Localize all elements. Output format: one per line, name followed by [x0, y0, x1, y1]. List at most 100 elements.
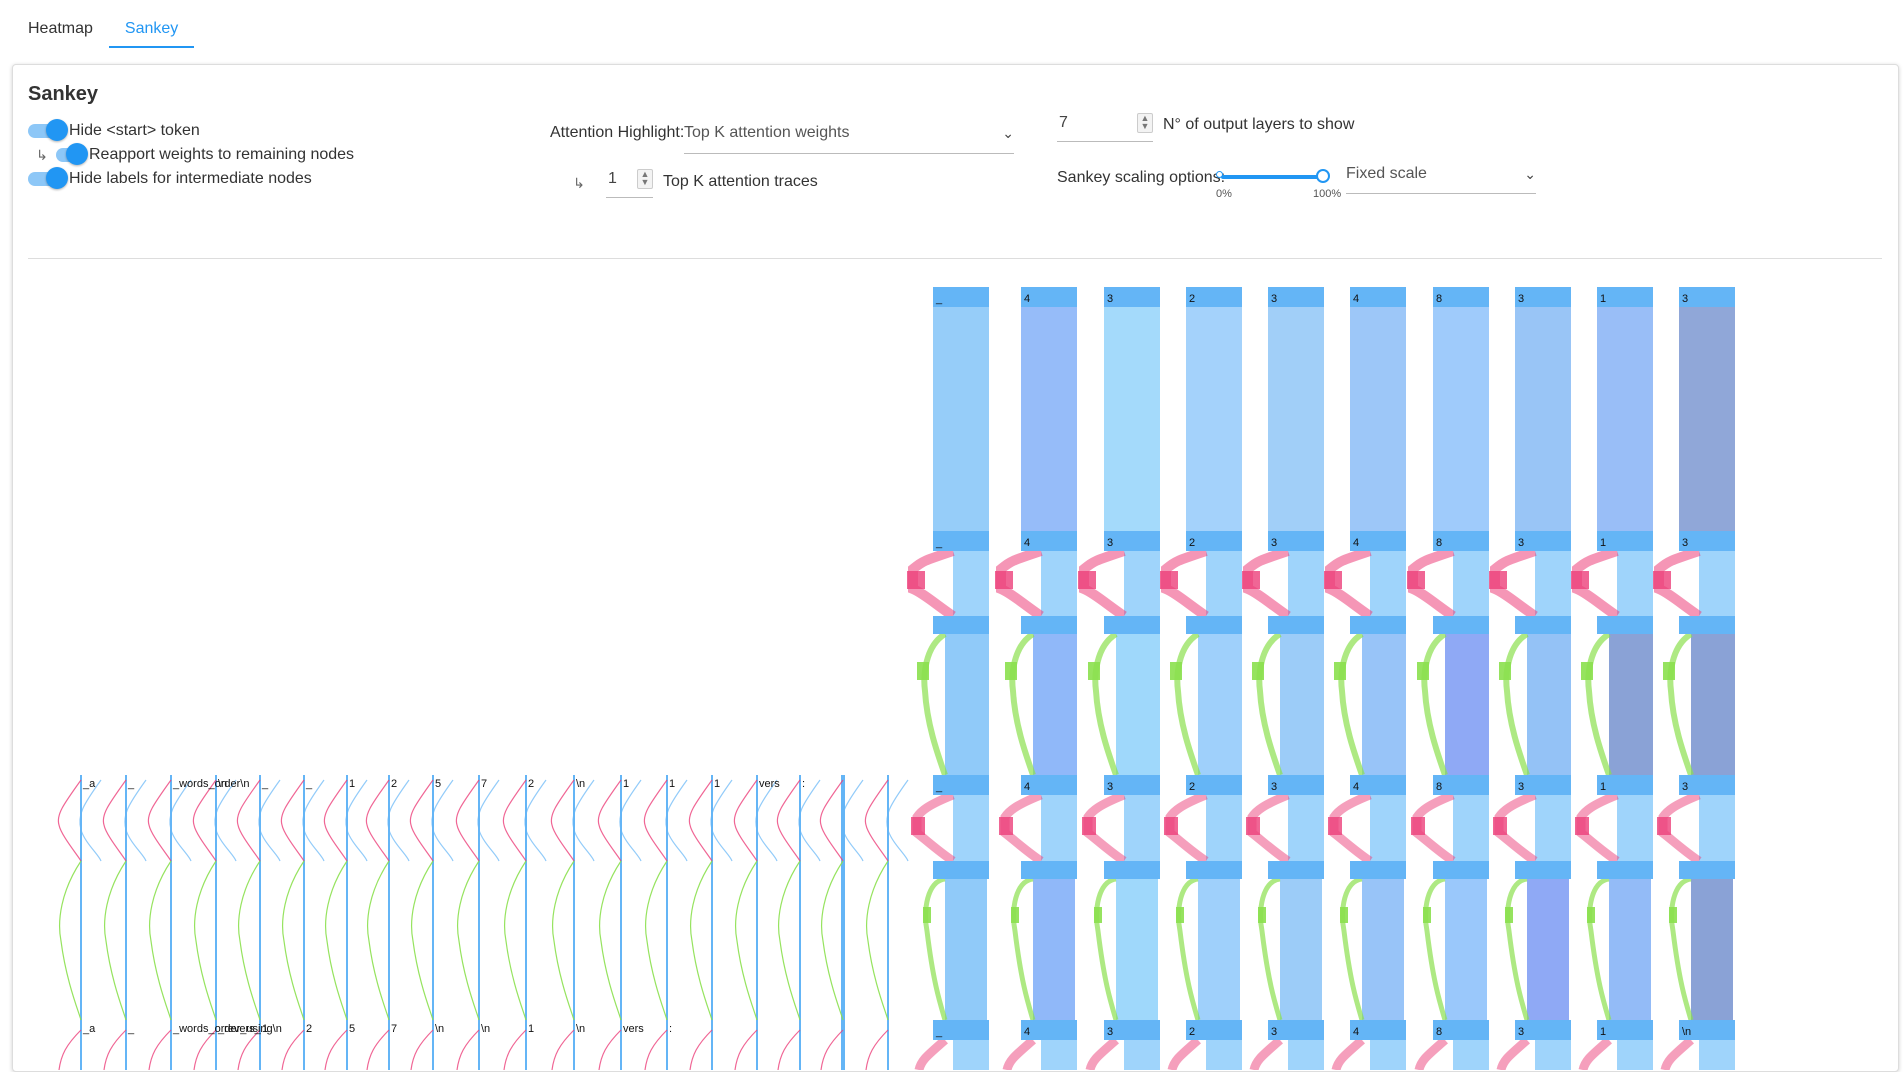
node-label: 3 — [1682, 781, 1688, 793]
node-label: _ — [935, 293, 943, 305]
attention-node — [1005, 662, 1017, 680]
attention-trace — [1256, 631, 1283, 776]
node-label: 4 — [1353, 1026, 1359, 1038]
attention-trace — [1331, 1036, 1365, 1070]
token-label: _a — [82, 1023, 96, 1035]
flow-band — [1288, 795, 1324, 861]
flow-band — [1280, 634, 1324, 775]
attention-trace — [503, 1029, 527, 1070]
attention-trace — [365, 779, 390, 862]
attention-trace — [238, 860, 261, 1021]
sankey-node — [1433, 861, 1489, 879]
flow-band — [1699, 1040, 1735, 1070]
attention-node — [1505, 907, 1513, 923]
attention-trace — [302, 779, 325, 862]
attention-trace — [148, 1029, 172, 1070]
attention-trace — [776, 779, 801, 862]
attention-trace — [1414, 1036, 1448, 1070]
sankey-node — [933, 616, 989, 634]
sankey-node — [1597, 861, 1653, 879]
attention-node — [1575, 817, 1589, 835]
attention-trace — [866, 860, 889, 1021]
flow-band — [1535, 795, 1571, 861]
attention-trace — [1176, 876, 1201, 1021]
flow-band — [953, 1040, 989, 1070]
token-label: 1 — [669, 778, 675, 790]
node-label: _ — [935, 1026, 943, 1038]
token-label: : — [802, 778, 805, 790]
flow-band — [953, 551, 989, 616]
attention-node — [1407, 571, 1425, 589]
attention-node — [1242, 571, 1260, 589]
flow-band — [1124, 1040, 1160, 1070]
attention-trace — [690, 860, 713, 1021]
attention-trace — [456, 1029, 480, 1070]
flow-band — [1116, 634, 1160, 775]
attention-node — [999, 817, 1013, 835]
flow-band — [1280, 879, 1322, 1020]
token-label: : — [669, 1023, 672, 1035]
token-label: \n — [576, 1023, 585, 1035]
attention-trace — [665, 779, 688, 862]
token-label: 2 — [528, 778, 534, 790]
flow-band — [1041, 551, 1077, 616]
flow-band — [1535, 1040, 1571, 1070]
node-label: 3 — [1271, 537, 1277, 549]
flow-band — [945, 879, 987, 1020]
flow-band — [1699, 795, 1735, 861]
attention-trace — [192, 779, 217, 862]
attention-trace — [619, 779, 642, 862]
attention-trace — [410, 1029, 434, 1070]
attention-trace — [688, 779, 713, 862]
attention-trace — [550, 779, 575, 862]
attention-trace — [864, 779, 889, 862]
node-label: 2 — [1189, 1026, 1195, 1038]
flow-band — [1433, 307, 1489, 531]
flow-band — [1033, 879, 1075, 1020]
attention-node — [1176, 907, 1184, 923]
attention-trace — [865, 1029, 889, 1070]
flow-band — [1453, 1040, 1489, 1070]
attention-trace — [1660, 1036, 1694, 1070]
attention-trace — [1174, 631, 1201, 776]
attention-trace — [477, 779, 500, 862]
token-label: 1 — [714, 778, 720, 790]
attention-trace — [281, 1029, 305, 1070]
token-label: \n — [218, 778, 227, 790]
token-label: 2 — [306, 1023, 312, 1035]
sankey-node — [1515, 616, 1571, 634]
attention-trace — [798, 779, 821, 862]
sankey-diagram: _ _ _ _ 4 4 4 4 3 3 3 3 2 2 2 2 3 3 3 3 4 4 4 4 8 8 8 8 3 3 3 3 1 1 1 1 3 3 3 \… — [57, 287, 1735, 1070]
attention-node — [911, 817, 925, 835]
attention-node — [1088, 662, 1100, 680]
flow-band — [1535, 551, 1571, 616]
sankey-node — [1679, 861, 1735, 879]
flow-band — [1198, 634, 1242, 775]
attention-node — [1334, 662, 1346, 680]
node-label: 8 — [1436, 537, 1442, 549]
flow-band — [1116, 879, 1158, 1020]
attention-trace — [79, 779, 102, 862]
sankey-node — [1515, 861, 1571, 879]
attention-node — [917, 662, 929, 680]
attention-trace — [258, 779, 281, 862]
sankey-node — [933, 861, 989, 879]
attention-node — [1581, 662, 1593, 680]
attention-node — [1417, 662, 1429, 680]
attention-node — [1499, 662, 1511, 680]
attention-trace — [923, 876, 948, 1021]
sankey-node — [1597, 616, 1653, 634]
node-label: 3 — [1682, 537, 1688, 549]
attention-trace — [457, 860, 480, 1021]
flow-band — [1198, 879, 1240, 1020]
node-label: 3 — [1518, 781, 1524, 793]
node-label: 3 — [1682, 293, 1688, 305]
flow-band — [1691, 879, 1733, 1020]
attention-node — [1160, 571, 1178, 589]
attention-trace — [57, 779, 82, 862]
attention-trace — [59, 860, 82, 1021]
flow-band — [1041, 795, 1077, 861]
attention-trace — [236, 779, 261, 862]
node-label: \n — [1682, 1026, 1691, 1038]
attention-trace — [104, 860, 127, 1021]
